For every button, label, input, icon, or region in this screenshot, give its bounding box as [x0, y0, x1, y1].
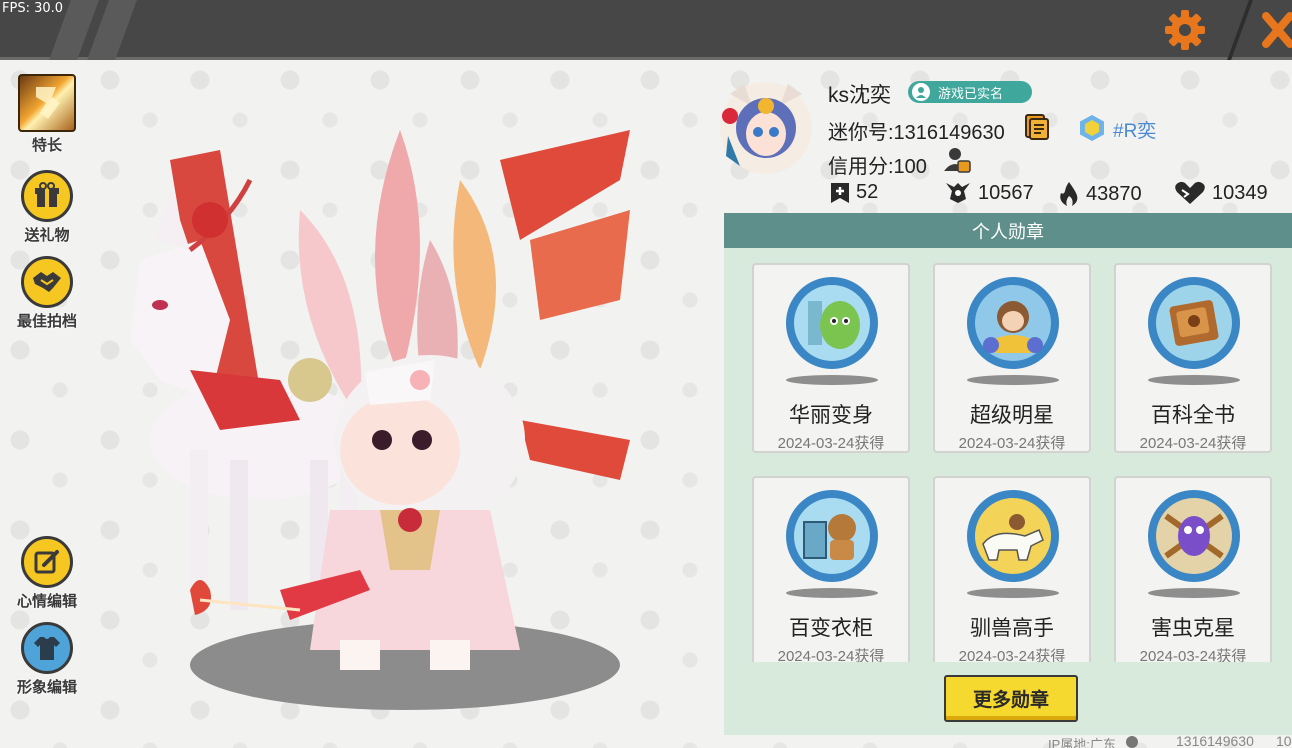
stat-value: 43870 [1086, 182, 1142, 205]
medal-wardrobe-icon [786, 490, 878, 582]
medal-card[interactable]: 华丽变身 2024-03-24获得 [752, 263, 910, 453]
divider [1227, 0, 1253, 60]
medal-date: 2024-03-24获得 [777, 648, 885, 662]
medal-encyclopedia-icon [1148, 277, 1240, 369]
gift-icon [21, 170, 73, 222]
medal-row-2: 百变衣柜 2024-03-24获得 驯兽高手 2024-03-24获得 害虫克星… [724, 474, 1292, 662]
heart-icon [1175, 181, 1205, 204]
medal-panel-title: 个人勋章 [724, 213, 1292, 248]
realname-badge: 游戏已实名 [908, 81, 1032, 103]
stat-value: 52 [856, 181, 879, 203]
medal-transform-icon [786, 277, 878, 369]
medal-date: 2024-03-24获得 [1139, 648, 1247, 662]
medal-card[interactable]: 超级明星 2024-03-24获得 [933, 263, 1091, 453]
medal-name: 超级明星 [970, 404, 1054, 427]
credit-user-icon[interactable] [942, 145, 972, 175]
gear-icon[interactable] [1163, 8, 1207, 52]
verified-user-icon [912, 83, 930, 101]
medal-date: 2024-03-24获得 [777, 435, 885, 452]
medal-pedestal [1148, 375, 1240, 385]
character-illustration [130, 130, 630, 670]
nickname: ks沈奕 [828, 84, 891, 107]
close-icon[interactable] [1258, 8, 1292, 52]
plus-book-icon [831, 182, 849, 203]
flame-icon [1060, 182, 1078, 206]
stat-likes: 10349 [1174, 181, 1268, 205]
outfit-icon [21, 622, 73, 674]
medal-superstar-icon [967, 277, 1059, 369]
specialty-button[interactable]: 特长 [8, 74, 86, 155]
outfit-edit-button[interactable]: 形象编辑 [8, 622, 86, 697]
medal-pedestal [1148, 588, 1240, 598]
clan-icon [1080, 115, 1104, 141]
medal-date: 2024-03-24获得 [1139, 435, 1247, 452]
footer-extra: 10 [1276, 733, 1292, 748]
medal-name: 驯兽高手 [970, 617, 1054, 640]
menu-label: 特长 [31, 137, 62, 154]
medal-pest-buster-icon [1148, 490, 1240, 582]
copy-icon[interactable] [1022, 113, 1050, 141]
avatar[interactable] [716, 76, 816, 176]
menu-label: 形象编辑 [16, 679, 77, 696]
ip-location: IP属地:广东 [1048, 737, 1116, 748]
menu-label: 心情编辑 [16, 593, 77, 610]
top-bar: FPS: 30.0 [0, 0, 1292, 60]
send-gift-button[interactable]: 送礼物 [8, 170, 86, 245]
medal-pedestal [786, 375, 878, 385]
medal-tamer-icon [967, 490, 1059, 582]
medal-pedestal [786, 588, 878, 598]
stat-medals: 52 [830, 181, 878, 204]
medal-card[interactable]: 百科全书 2024-03-24获得 [1114, 263, 1272, 453]
trophy-icon [946, 183, 970, 203]
clan-name-link[interactable]: #R奕 [1113, 116, 1156, 143]
medal-name: 百变衣柜 [789, 617, 873, 640]
stat-trophies: 10567 [944, 181, 1034, 205]
player-id: 迷你号:1316149630 [828, 122, 1005, 144]
medal-date: 2024-03-24获得 [958, 648, 1066, 662]
medal-date: 2024-03-24获得 [958, 435, 1066, 452]
medal-card[interactable]: 害虫克星 2024-03-24获得 [1114, 476, 1272, 662]
menu-label: 送礼物 [24, 227, 70, 244]
medal-name: 害虫克星 [1151, 617, 1235, 640]
edit-icon [21, 536, 73, 588]
stat-value: 10349 [1212, 181, 1268, 204]
best-partner-button[interactable]: 最佳拍档 [8, 256, 86, 331]
medal-pedestal [967, 588, 1059, 598]
realname-label: 游戏已实名 [938, 85, 1004, 101]
menu-label: 最佳拍档 [16, 313, 77, 330]
more-medals-button[interactable]: 更多勋章 [944, 675, 1078, 722]
stat-popularity: 43870 [1058, 181, 1142, 207]
specialty-icon [18, 74, 76, 132]
medal-name: 华丽变身 [789, 404, 873, 427]
mood-edit-button[interactable]: 心情编辑 [8, 536, 86, 611]
handshake-icon [21, 256, 73, 308]
credit-score: 信用分:100 [828, 156, 927, 178]
info-icon[interactable] [1126, 736, 1138, 748]
medal-name: 百科全书 [1151, 404, 1235, 427]
medal-card[interactable]: 百变衣柜 2024-03-24获得 [752, 476, 910, 662]
medal-card[interactable]: 驯兽高手 2024-03-24获得 [933, 476, 1091, 662]
fps-counter: FPS: 30.0 [2, 1, 64, 16]
stat-value: 10567 [978, 181, 1034, 204]
footer-uid: 1316149630 [1176, 733, 1254, 748]
medal-pedestal [967, 375, 1059, 385]
